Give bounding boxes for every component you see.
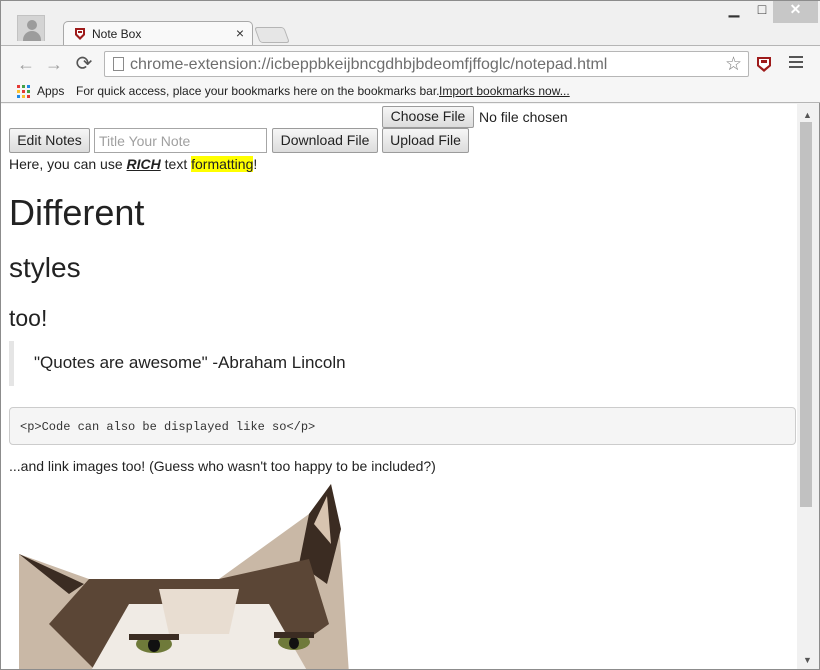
choose-file-button[interactable]: Choose File	[382, 106, 474, 128]
browser-window: Note Box × ▁ □ ✕ ← → ⟳ chrome-extension:…	[0, 0, 820, 670]
tab-close-icon[interactable]: ×	[236, 25, 244, 41]
scroll-up-icon[interactable]: ▲	[803, 110, 812, 120]
back-button[interactable]: ←	[14, 52, 38, 76]
page-icon	[113, 57, 124, 71]
notepad-page: Choose File No file chosen Edit Notes Do…	[1, 104, 797, 669]
scroll-thumb[interactable]	[800, 122, 812, 507]
scroll-down-icon[interactable]: ▼	[803, 655, 812, 665]
file-status: No file chosen	[479, 109, 568, 125]
download-file-button[interactable]: Download File	[272, 128, 378, 153]
tab-note-box[interactable]: Note Box ×	[63, 21, 253, 47]
quote-text: "Quotes are awesome" -Abraham Lincoln	[34, 353, 346, 372]
reload-button[interactable]: ⟳	[72, 52, 96, 76]
apps-icon[interactable]	[17, 85, 30, 98]
note-code-block: <p>Code can also be displayed like so</p…	[9, 407, 796, 445]
page-scrollbar[interactable]: ▲ ▼	[797, 104, 819, 669]
note-blockquote: "Quotes are awesome" -Abraham Lincoln	[9, 341, 399, 386]
note-heading-2: styles	[9, 252, 81, 283]
intro-text-start: Here, you can use	[9, 156, 127, 172]
bookmark-star-icon[interactable]: ☆	[725, 53, 742, 76]
note-image-caption: ...and link images too! (Guess who wasn'…	[9, 458, 436, 474]
address-bar[interactable]: chrome-extension://icbeppbkeijbncgdhbjbd…	[104, 51, 749, 77]
maximize-button[interactable]: □	[749, 1, 775, 23]
tab-favicon-icon	[75, 28, 85, 40]
cat-image	[19, 484, 349, 669]
note-heading-1: Different	[9, 192, 145, 233]
tab-title: Note Box	[92, 27, 142, 41]
browser-toolbar: ← → ⟳ chrome-extension://icbeppbkeijbncg…	[1, 45, 820, 81]
new-tab-button[interactable]	[254, 27, 290, 43]
minimize-button[interactable]: ▁	[721, 1, 747, 23]
close-window-button[interactable]: ✕	[773, 1, 818, 23]
bookmarks-bar: Apps For quick access, place your bookma…	[1, 81, 820, 103]
chrome-menu-icon[interactable]	[789, 56, 803, 70]
edit-notes-button[interactable]: Edit Notes	[9, 128, 90, 153]
intro-text-end: !	[253, 156, 258, 172]
url-text[interactable]: chrome-extension://icbeppbkeijbncgdhbjbd…	[130, 56, 607, 74]
extension-icon[interactable]	[756, 56, 772, 73]
intro-rich-text: RICH	[126, 156, 161, 172]
note-intro: Here, you can use RICH text formatting!	[9, 156, 257, 172]
profile-icon[interactable]	[17, 15, 45, 41]
upload-file-button[interactable]: Upload File	[382, 128, 469, 153]
intro-highlighted-text: formatting	[191, 156, 254, 172]
bookmarks-hint: For quick access, place your bookmarks h…	[76, 84, 440, 98]
note-heading-3: too!	[9, 305, 48, 331]
import-bookmarks-link[interactable]: Import bookmarks now...	[439, 84, 570, 98]
intro-text-mid: text	[160, 156, 192, 172]
forward-button[interactable]: →	[42, 52, 66, 76]
tab-strip: Note Box × ▁ □ ✕	[1, 1, 820, 47]
note-title-input[interactable]	[94, 128, 267, 153]
apps-link[interactable]: Apps	[37, 84, 64, 98]
